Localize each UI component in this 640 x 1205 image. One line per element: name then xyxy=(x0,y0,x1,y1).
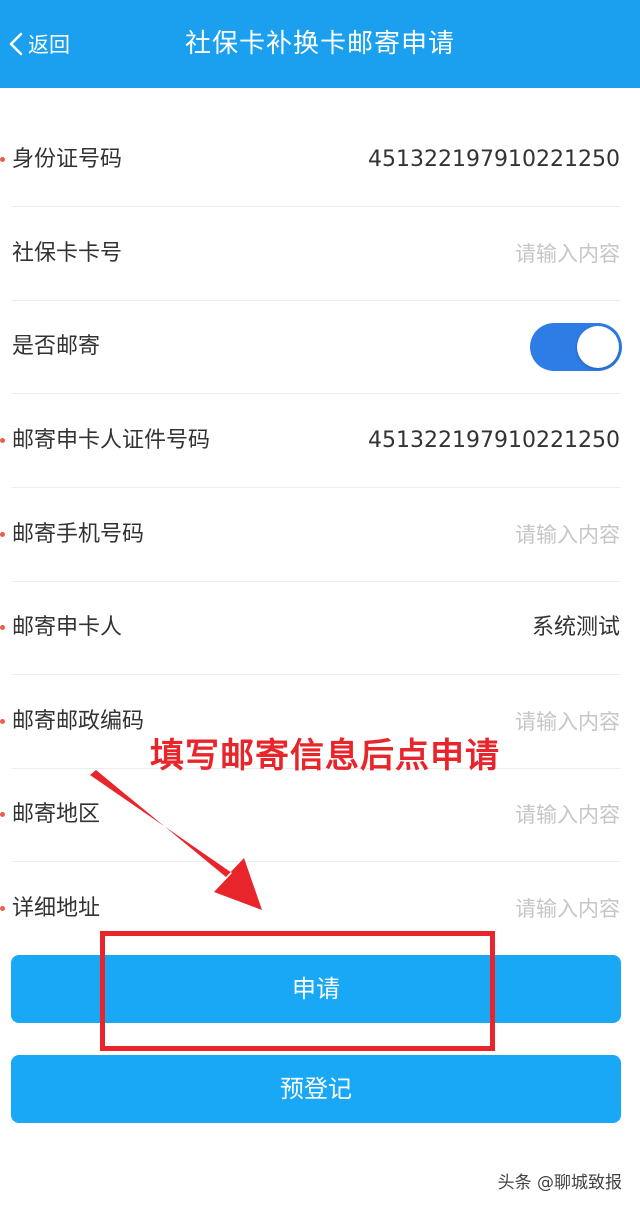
address-input[interactable] xyxy=(360,889,620,929)
annotation-highlight-box xyxy=(100,931,495,1051)
required-marker xyxy=(0,438,5,443)
annotation-text: 填写邮寄信息后点申请 xyxy=(150,736,500,776)
required-marker xyxy=(0,719,5,724)
form-row-card-number: 社保卡卡号 xyxy=(0,207,640,301)
toggle-knob xyxy=(577,326,619,368)
mail-toggle-label: 是否邮寄 xyxy=(12,334,101,359)
applicant-name-label: 邮寄申卡人 xyxy=(12,615,123,640)
required-marker xyxy=(0,812,5,817)
page-title: 社保卡补换卡邮寄申请 xyxy=(184,29,455,59)
required-marker xyxy=(0,157,5,162)
postal-code-label: 邮寄邮政编码 xyxy=(12,709,145,734)
watermark: 头条 @聊城致报 xyxy=(497,1173,622,1193)
card-number-label: 社保卡卡号 xyxy=(12,241,123,266)
form-row-region: 邮寄地区 xyxy=(0,768,640,862)
applicant-name-value: 系统测试 xyxy=(531,615,620,640)
id-number-label: 身份证号码 xyxy=(12,147,123,172)
mobile-label: 邮寄手机号码 xyxy=(12,522,145,547)
required-marker xyxy=(0,625,5,630)
card-number-input[interactable] xyxy=(360,234,620,274)
form-row-mail-toggle: 是否邮寄 xyxy=(0,300,640,394)
applicant-id-label: 邮寄申卡人证件号码 xyxy=(12,428,211,453)
required-marker xyxy=(0,906,5,911)
form-row-applicant-id: 邮寄申卡人证件号码 451322197910221250 xyxy=(0,394,640,488)
form-row-applicant-name: 邮寄申卡人 系统测试 xyxy=(0,581,640,675)
required-marker xyxy=(0,532,5,537)
region-input[interactable] xyxy=(360,795,620,835)
mobile-input[interactable] xyxy=(360,515,620,555)
region-label: 邮寄地区 xyxy=(12,802,101,827)
address-label: 详细地址 xyxy=(12,896,101,921)
applicant-id-value: 451322197910221250 xyxy=(368,428,620,453)
preregister-button[interactable]: 预登记 xyxy=(11,1055,621,1123)
mail-toggle-switch[interactable] xyxy=(530,323,622,371)
header-bar: 返回 社保卡补换卡邮寄申请 xyxy=(0,0,640,88)
form-row-id-number: 身份证号码 451322197910221250 xyxy=(0,113,640,207)
id-number-value: 451322197910221250 xyxy=(368,147,620,172)
form-row-mobile: 邮寄手机号码 xyxy=(0,488,640,582)
